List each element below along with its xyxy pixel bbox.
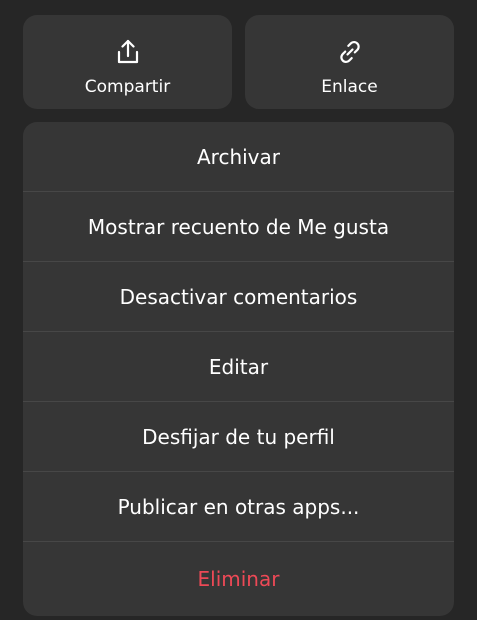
share-icon	[117, 39, 138, 64]
link-icon	[339, 40, 360, 64]
share-button[interactable]: Compartir	[23, 15, 232, 109]
post-options-sheet: Compartir Enlace Archivar Mostrar recuen…	[0, 0, 477, 620]
unpin-from-profile-option[interactable]: Desfijar de tu perfil	[23, 402, 454, 472]
link-label: Enlace	[321, 77, 378, 97]
options-menu: Archivar Mostrar recuento de Me gusta De…	[23, 122, 454, 616]
link-button[interactable]: Enlace	[245, 15, 454, 109]
share-label: Compartir	[84, 77, 171, 97]
archive-option[interactable]: Archivar	[23, 122, 454, 192]
delete-option[interactable]: Eliminar	[23, 542, 454, 616]
edit-option[interactable]: Editar	[23, 332, 454, 402]
post-to-other-apps-option[interactable]: Publicar en otras apps...	[23, 472, 454, 542]
turn-off-comments-option[interactable]: Desactivar comentarios	[23, 262, 454, 332]
top-actions: Compartir Enlace	[23, 15, 454, 109]
show-like-count-option[interactable]: Mostrar recuento de Me gusta	[23, 192, 454, 262]
